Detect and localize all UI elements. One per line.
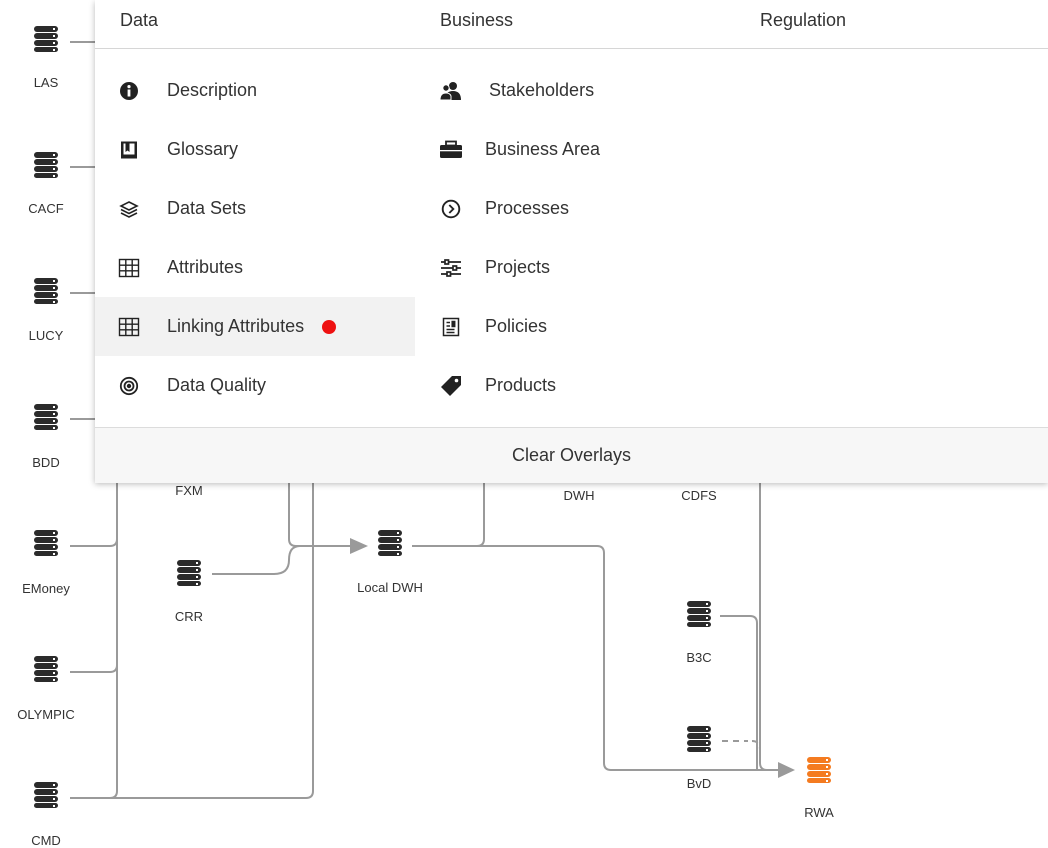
- server-icon[interactable]: [34, 26, 58, 52]
- menu-item-label: Glossary: [167, 139, 239, 159]
- menu-item-products[interactable]: Products: [415, 356, 735, 415]
- node-label-fxm: FXM: [175, 483, 203, 498]
- arrow-localdwh: [350, 538, 368, 554]
- edge-cmd-right: [70, 482, 314, 799]
- edge-olympic: [70, 482, 118, 673]
- menu-item-projects[interactable]: Projects: [415, 238, 735, 297]
- menu-item-description[interactable]: Description: [95, 61, 415, 120]
- node-label-emoney: EMoney: [22, 581, 70, 596]
- edge-crr-localdwh: [212, 545, 301, 575]
- server-icon[interactable]: [687, 601, 711, 627]
- node-label-cacf: CACF: [28, 201, 64, 216]
- server-icon[interactable]: [177, 560, 201, 586]
- layers-icon: [117, 197, 141, 221]
- menu-item-label: Linking Attributes: [167, 316, 305, 336]
- node-label-cdfs: CDFS: [681, 488, 717, 503]
- menu-item-label: Policies: [485, 316, 548, 336]
- document-icon: [439, 315, 463, 339]
- header-divider: [95, 48, 1048, 49]
- grid-icon: [117, 256, 141, 280]
- menu-item-label: Data Quality: [167, 375, 267, 395]
- server-icon[interactable]: [34, 656, 58, 682]
- menu-item-business-area[interactable]: Business Area: [415, 120, 735, 179]
- sliders-icon: [439, 256, 463, 280]
- people-icon: [439, 79, 463, 103]
- menu-item-linking-attributes[interactable]: Linking Attributes: [95, 297, 415, 356]
- server-icon[interactable]: [34, 278, 58, 304]
- server-icon[interactable]: [34, 152, 58, 178]
- menu-item-label: Data Sets: [167, 198, 247, 218]
- column-header-business: Business: [440, 10, 514, 30]
- edge-cmd-left: [70, 482, 118, 799]
- server-icon[interactable]: [378, 530, 402, 556]
- menu-item-policies[interactable]: Policies: [415, 297, 735, 356]
- node-label-crr: CRR: [174, 609, 204, 624]
- menu-item-label: Attributes: [167, 257, 244, 277]
- active-overlay-dot: [322, 319, 337, 334]
- node-label-las: LAS: [33, 75, 59, 90]
- node-label-bvd: BvD: [686, 776, 712, 791]
- menu-item-stakeholders[interactable]: Stakeholders: [415, 61, 735, 120]
- menu-item-label: Description: [167, 80, 258, 100]
- target-icon: [117, 374, 141, 398]
- server-icon-highlighted[interactable]: [807, 757, 831, 783]
- edge-localdwh-up: [412, 482, 485, 547]
- clear-overlays-button[interactable]: Clear Overlays: [95, 427, 1048, 483]
- menu-item-label: Processes: [485, 198, 570, 218]
- node-label-dwh: DWH: [563, 488, 595, 503]
- edge-fxm-localdwh: [288, 482, 358, 547]
- server-icon[interactable]: [34, 530, 58, 556]
- menu-item-attributes[interactable]: Attributes: [95, 238, 415, 297]
- menu-item-glossary[interactable]: Glossary: [95, 120, 415, 179]
- overlay-menu: Data Business Regulation Description Glo…: [95, 0, 1048, 483]
- briefcase-icon: [439, 138, 463, 162]
- edge-b3c-rwa: [720, 615, 758, 770]
- edge-cdfs-rwa: [759, 482, 768, 771]
- node-label-local-dwh: Local DWH: [357, 580, 423, 595]
- server-icon[interactable]: [34, 782, 58, 808]
- node-label-b3c: B3C: [686, 650, 712, 665]
- node-label-bdd: BDD: [32, 455, 60, 470]
- node-label-rwa: RWA: [804, 805, 834, 820]
- menu-item-data-quality[interactable]: Data Quality: [95, 356, 415, 415]
- server-icon[interactable]: [34, 404, 58, 430]
- tag-icon: [439, 374, 463, 398]
- grid-icon: [117, 315, 141, 339]
- node-label-lucy: LUCY: [28, 328, 64, 343]
- edge-emoney: [70, 482, 118, 547]
- menu-item-label: Projects: [485, 257, 551, 277]
- menu-item-data-sets[interactable]: Data Sets: [95, 179, 415, 238]
- column-header-data: Data: [120, 10, 159, 30]
- menu-item-label: Products: [485, 375, 557, 395]
- info-circle-icon: [117, 79, 141, 103]
- arrow-rwa: [778, 762, 795, 778]
- book-icon: [117, 138, 141, 162]
- server-icon[interactable]: [687, 726, 711, 752]
- column-header-regulation: Regulation: [760, 10, 847, 30]
- node-label-olympic: OLYMPIC: [17, 707, 75, 722]
- menu-item-label: Stakeholders: [489, 80, 595, 100]
- chevron-circle-icon: [439, 197, 463, 221]
- menu-item-processes[interactable]: Processes: [415, 179, 735, 238]
- menu-item-label: Business Area: [485, 139, 601, 159]
